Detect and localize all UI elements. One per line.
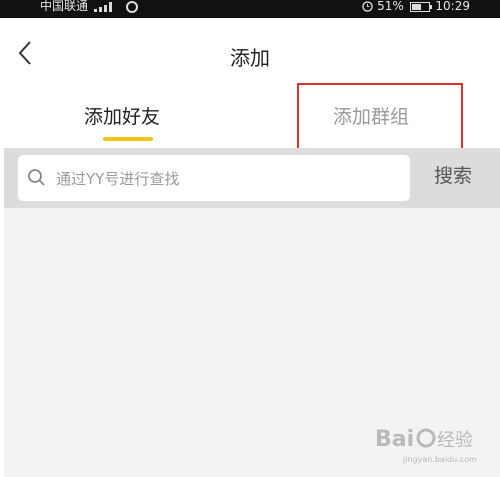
highlight-annotation-box bbox=[297, 83, 463, 157]
sync-icon bbox=[125, 0, 138, 13]
carrier-label: 中国联通 bbox=[40, 0, 89, 13]
clock-time: 10:29 bbox=[435, 0, 470, 13]
active-tab-indicator bbox=[103, 137, 153, 141]
tab-add-friend[interactable]: 添加好友 bbox=[84, 102, 160, 129]
alarm-icon bbox=[362, 1, 374, 12]
svg-text:Bai: Bai bbox=[375, 427, 414, 452]
battery-percent: 51% bbox=[377, 0, 404, 13]
battery-icon bbox=[409, 1, 432, 12]
svg-text:经验: 经验 bbox=[437, 430, 473, 451]
signal-icon bbox=[93, 2, 112, 12]
search-button[interactable]: 搜索 bbox=[434, 161, 472, 188]
page-title: 添加 bbox=[230, 46, 270, 70]
search-bar: 通过YY号进行查找 搜索 bbox=[4, 148, 500, 208]
status-bar: 中国联通 51% 10:29 bbox=[0, 0, 500, 18]
svg-text:jingyan.baidu.com: jingyan.baidu.com bbox=[402, 455, 477, 464]
baidu-jingyan-watermark: Bai 经验 jingyan.baidu.com bbox=[375, 427, 477, 464]
search-icon bbox=[28, 169, 45, 186]
status-right: 51% 10:29 bbox=[360, 0, 470, 14]
search-input[interactable]: 通过YY号进行查找 bbox=[18, 155, 410, 201]
search-placeholder: 通过YY号进行查找 bbox=[56, 170, 180, 188]
status-left: 中国联通 bbox=[40, 0, 138, 14]
